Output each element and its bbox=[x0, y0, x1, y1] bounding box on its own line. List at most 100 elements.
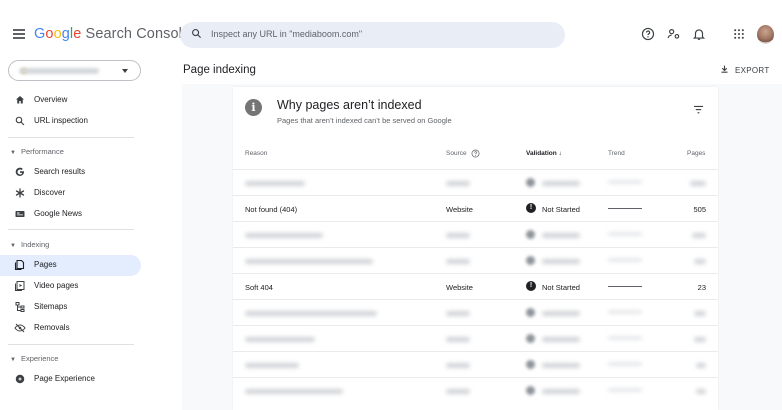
search-input[interactable]: Inspect any URL in "mediaboom.com" bbox=[211, 29, 362, 39]
table-row[interactable] bbox=[233, 351, 718, 377]
sidebar-item-label: Pages bbox=[34, 260, 57, 269]
sidebar-item-removals[interactable]: Removals bbox=[0, 318, 141, 339]
sidebar-item-overview[interactable]: Overview bbox=[0, 90, 141, 111]
redacted-validation bbox=[542, 181, 580, 186]
column-header-reason[interactable]: Reason bbox=[245, 150, 267, 157]
export-button[interactable]: EXPORT bbox=[720, 64, 770, 75]
sidebar-item-url-inspection[interactable]: URL inspection bbox=[0, 111, 141, 132]
download-icon bbox=[721, 65, 728, 73]
avatar[interactable] bbox=[757, 25, 774, 44]
redacted-validation-icon bbox=[526, 334, 535, 343]
removals-icon bbox=[14, 323, 26, 333]
table-row[interactable] bbox=[233, 325, 718, 351]
redacted-source bbox=[446, 311, 470, 316]
logo-letter: g bbox=[61, 26, 70, 42]
table-row[interactable]: Not found (404) Website! Not Started 505 bbox=[233, 195, 718, 221]
table-row[interactable] bbox=[233, 377, 718, 403]
sidebar-item-sitemaps[interactable]: Sitemaps bbox=[0, 297, 141, 318]
help-icon[interactable] bbox=[641, 27, 655, 41]
help-icon[interactable] bbox=[471, 149, 480, 158]
column-header-validation[interactable]: Validation ↓ bbox=[526, 150, 562, 157]
sidebar-item-search-results[interactable]: Search results bbox=[0, 162, 141, 183]
redacted-pages bbox=[694, 337, 706, 342]
sidebar-item-discover[interactable]: Discover bbox=[0, 183, 141, 204]
sidebar-section-performance[interactable]: ▼ Performance bbox=[10, 147, 64, 156]
logo-product-name: Search Console bbox=[85, 26, 191, 42]
sidebar-item-pages[interactable]: Pages bbox=[0, 255, 141, 276]
redacted-pages bbox=[696, 363, 706, 368]
redacted-trend bbox=[608, 363, 642, 365]
property-selector[interactable] bbox=[8, 60, 141, 81]
redacted-pages bbox=[694, 259, 706, 264]
redacted-validation bbox=[542, 389, 580, 394]
sidebar-item-label: Video pages bbox=[34, 281, 79, 290]
section-label: Indexing bbox=[20, 240, 50, 249]
pages-icon bbox=[14, 259, 25, 271]
sidebar-section-indexing[interactable]: ▼ Indexing bbox=[10, 240, 49, 249]
property-name-redacted bbox=[19, 68, 99, 74]
sidebar-item-label: Page Experience bbox=[34, 374, 95, 383]
chevron-down-icon: ▼ bbox=[10, 150, 16, 156]
table-row[interactable] bbox=[233, 169, 718, 195]
info-icon: i bbox=[245, 99, 262, 116]
search-icon bbox=[192, 29, 202, 39]
redacted-trend bbox=[608, 259, 642, 261]
redacted-pages bbox=[696, 389, 706, 394]
redacted-pages bbox=[690, 181, 706, 186]
redacted-reason bbox=[245, 259, 373, 264]
redacted-trend bbox=[608, 233, 642, 235]
page-experience-icon bbox=[15, 374, 25, 384]
redacted-reason bbox=[245, 311, 377, 316]
column-header-trend: Trend bbox=[608, 150, 625, 157]
logo-letter: o bbox=[45, 26, 54, 42]
redacted-validation bbox=[542, 337, 580, 342]
search-console-logo[interactable]: Google Search Console bbox=[34, 26, 190, 42]
row-source: Website bbox=[446, 283, 473, 292]
row-pages-count: 505 bbox=[693, 205, 706, 214]
redacted-trend bbox=[608, 311, 642, 313]
apps-grid-icon[interactable] bbox=[732, 27, 746, 41]
export-label: EXPORT bbox=[735, 66, 770, 75]
url-inspection-search[interactable]: Inspect any URL in "mediaboom.com" bbox=[180, 22, 565, 48]
redacted-validation-icon bbox=[526, 386, 535, 395]
redacted-reason bbox=[245, 363, 299, 368]
redacted-reason bbox=[245, 389, 343, 394]
sidebar-item-video-pages[interactable]: Video pages bbox=[0, 276, 141, 297]
redacted-trend bbox=[608, 181, 642, 183]
redacted-validation-icon bbox=[526, 230, 535, 239]
sidebar-item-google-news[interactable]: Google News bbox=[0, 204, 141, 225]
top-bar: Google Search Console Inspect any URL in… bbox=[0, 14, 782, 58]
redacted-source bbox=[446, 181, 470, 186]
table-row[interactable] bbox=[233, 221, 718, 247]
section-label: Experience bbox=[20, 354, 59, 363]
redacted-pages bbox=[694, 311, 706, 316]
redacted-source bbox=[446, 363, 470, 368]
sidebar-item-page-experience[interactable]: Page Experience bbox=[0, 369, 141, 390]
why-pages-not-indexed-card: i Why pages aren’t indexed Pages that ar… bbox=[233, 87, 718, 410]
column-header-source[interactable]: Source bbox=[446, 150, 467, 157]
video-pages-icon bbox=[15, 281, 25, 291]
redacted-validation-icon bbox=[526, 178, 535, 187]
filter-icon[interactable] bbox=[693, 105, 704, 114]
redacted-source bbox=[446, 389, 470, 394]
sidebar-section-experience[interactable]: ▼ Experience bbox=[10, 354, 58, 363]
sidebar-item-label: Search results bbox=[34, 167, 86, 176]
redacted-reason bbox=[245, 181, 305, 186]
page-title: Page indexing bbox=[183, 64, 256, 76]
redacted-validation bbox=[542, 311, 580, 316]
table-row[interactable] bbox=[233, 247, 718, 273]
row-reason: Soft 404 bbox=[245, 283, 273, 292]
main-menu-icon[interactable] bbox=[13, 29, 25, 39]
trend-sparkline bbox=[608, 208, 642, 209]
account-settings-icon[interactable] bbox=[667, 27, 681, 41]
column-header-pages[interactable]: Pages bbox=[687, 150, 705, 157]
notifications-icon[interactable] bbox=[692, 27, 706, 41]
card-title: Why pages aren’t indexed bbox=[277, 98, 422, 112]
chevron-down-icon: ▼ bbox=[10, 357, 16, 363]
row-source: Website bbox=[446, 205, 473, 214]
home-icon bbox=[16, 96, 24, 104]
table-row[interactable]: Soft 404 Website! Not Started 23 bbox=[233, 273, 718, 299]
row-validation: Not Started bbox=[542, 205, 580, 214]
table-row[interactable] bbox=[233, 299, 718, 325]
redacted-validation bbox=[542, 233, 580, 238]
